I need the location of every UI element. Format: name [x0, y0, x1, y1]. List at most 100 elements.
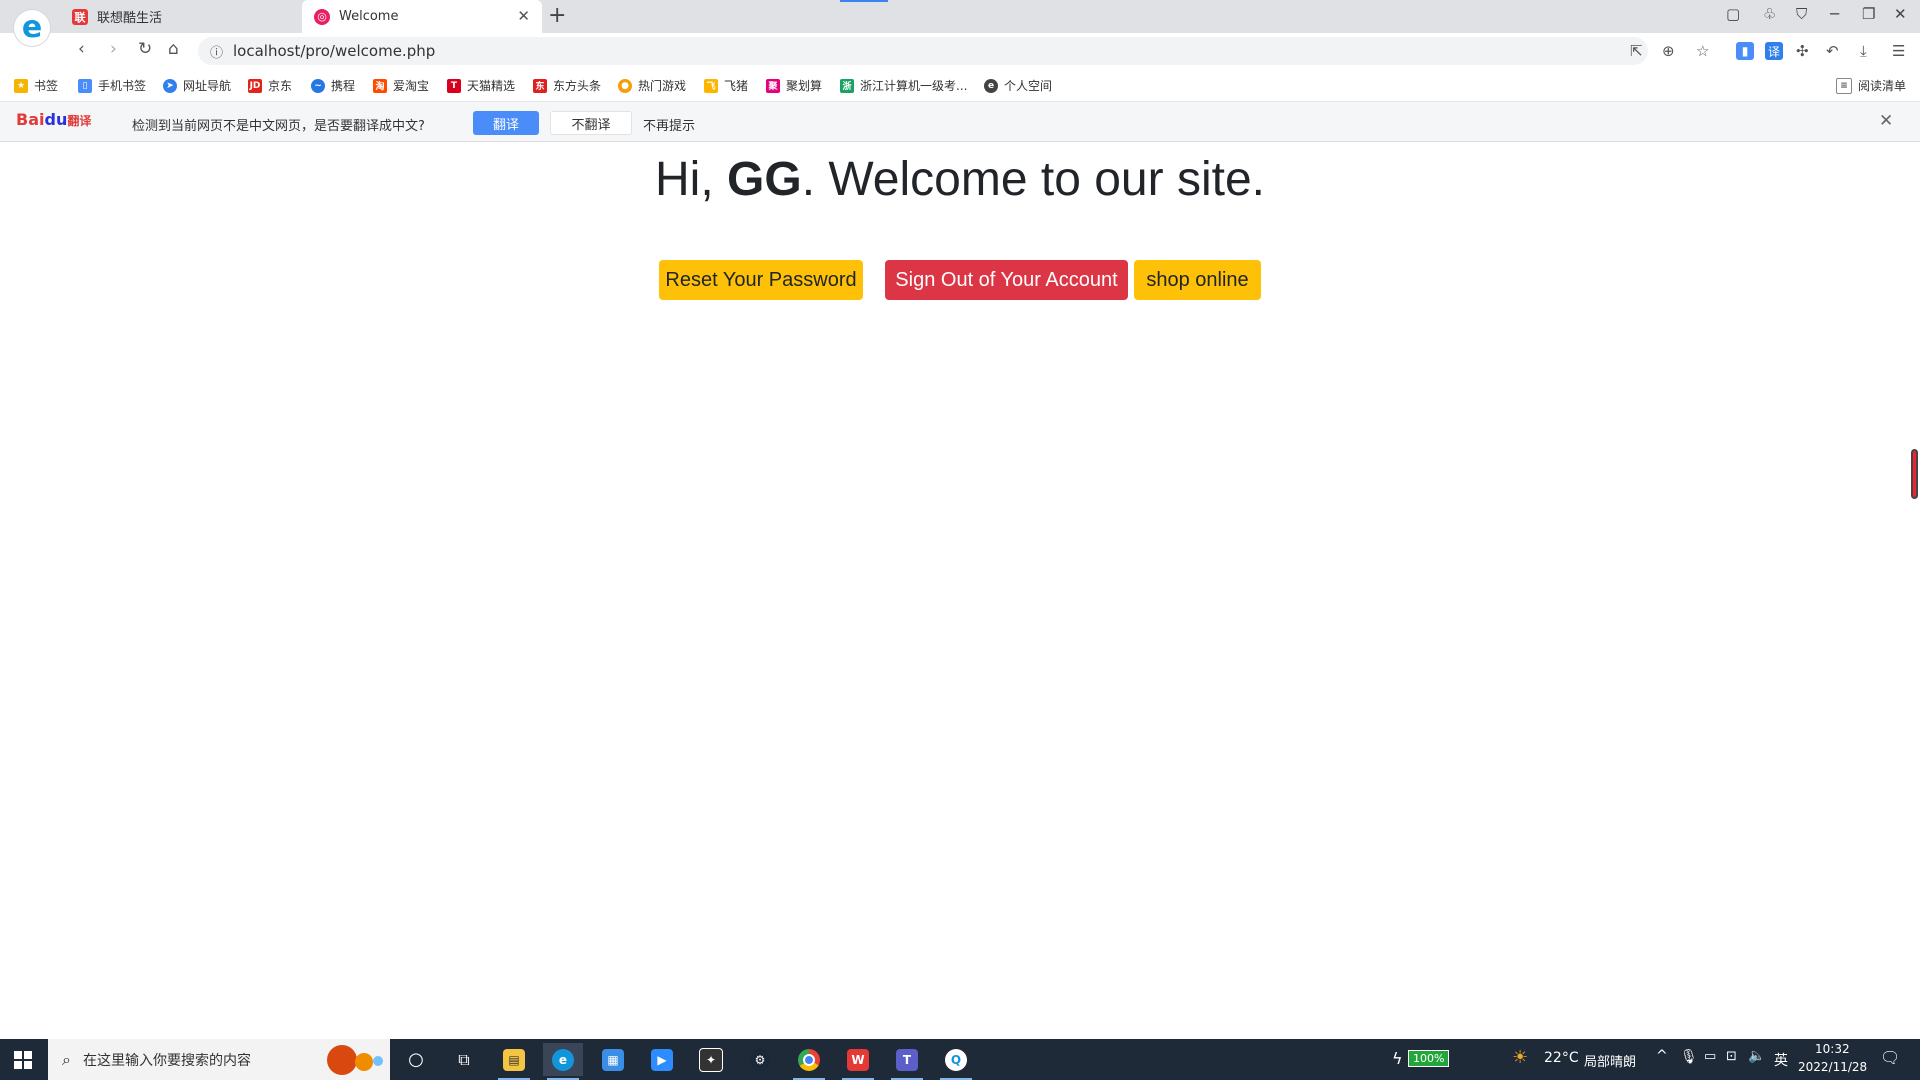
loading-indicator — [840, 0, 888, 2]
jd-icon: JD — [248, 78, 262, 93]
translate-icon[interactable]: 译 — [1765, 42, 1783, 60]
shop-online-button[interactable]: shop online — [1134, 260, 1261, 300]
taobao-icon: 淘 — [373, 78, 387, 93]
windows-start-icon[interactable] — [0, 1039, 46, 1080]
floating-scroll-widget[interactable] — [1911, 449, 1918, 499]
browser-taskbar-icon[interactable]: e — [543, 1043, 583, 1080]
username: GG — [727, 153, 802, 206]
share-icon[interactable]: ⇱ — [1630, 42, 1643, 60]
bookmark-item[interactable]: 飞飞猪 — [704, 77, 748, 94]
never-prompt-link[interactable]: 不再提示 — [643, 115, 695, 134]
url-text[interactable]: localhost/pro/welcome.php — [233, 42, 435, 60]
battery-indicator[interactable]: 100% — [1408, 1050, 1450, 1067]
weather-temperature[interactable]: 22°C — [1544, 1050, 1579, 1066]
download-icon[interactable]: ⤓ — [1860, 42, 1867, 60]
tab-count-icon[interactable]: ▢ — [1726, 5, 1740, 23]
menu-icon[interactable]: ☰ — [1892, 42, 1905, 60]
back-icon[interactable]: ‹ — [78, 39, 85, 59]
taskbar-search[interactable]: ⌕ 在这里输入你要搜索的内容 — [48, 1039, 390, 1080]
fliggy-icon: 飞 — [704, 78, 718, 93]
search-highlight-icon — [327, 1045, 383, 1075]
address-bar[interactable]: ⓘ localhost/pro/welcome.php — [198, 37, 1648, 65]
bookmark-item[interactable]: 东东方头条 — [533, 77, 601, 94]
volume-icon[interactable]: 🔈 — [1748, 1048, 1765, 1064]
bookmark-item[interactable]: ➤ 网址导航 — [163, 77, 231, 94]
restore-icon[interactable]: ❐ — [1862, 5, 1875, 23]
bookmark-star-icon[interactable]: ☆ — [1696, 42, 1709, 60]
tab-lenovo[interactable]: 联 联想酷生活 — [60, 0, 302, 33]
bookmark-item[interactable]: ★ 书签 — [14, 77, 58, 94]
search-placeholder: 在这里输入你要搜索的内容 — [82, 1052, 251, 1069]
bookmark-item[interactable]: e 个人空间 — [984, 77, 1052, 94]
no-translate-button[interactable]: 不翻译 — [550, 111, 632, 135]
address-toolbar: ‹ › ↻ ⌂ ⓘ localhost/pro/welcome.php ⇱ ⊕ … — [0, 33, 1920, 69]
tab-welcome[interactable]: ◎ Welcome ✕ — [302, 0, 542, 33]
compass-icon: ➤ — [163, 78, 177, 93]
zoom-icon[interactable]: ⊕ — [1662, 42, 1675, 60]
bookmark-item[interactable]: T 天猫精选 — [447, 77, 515, 94]
taskbar: ⌕ 在这里输入你要搜索的内容 ○ ⧉ ▤ e ▦ ▶ ✦ ⚙ W T Q ϟ 1… — [0, 1039, 1920, 1080]
site-info-icon[interactable]: ⓘ — [210, 42, 223, 61]
phone-icon: ▯ — [78, 78, 92, 93]
star-icon: ★ — [14, 78, 28, 93]
reset-password-button[interactable]: Reset Your Password — [659, 260, 863, 300]
steam-icon[interactable]: ⚙ — [740, 1043, 780, 1076]
teams-icon[interactable]: T — [887, 1043, 927, 1080]
tray-expand-icon[interactable]: ^ — [1656, 1048, 1668, 1064]
page-content: Hi, GG. Welcome to our site. Reset Your … — [0, 142, 1920, 1039]
welcome-favicon-icon: ◎ — [314, 8, 330, 25]
qq-browser-icon[interactable]: Q — [936, 1043, 976, 1080]
browser-logo-icon[interactable]: e — [14, 10, 50, 46]
sign-out-button[interactable]: Sign Out of Your Account — [885, 260, 1128, 300]
close-tab-icon[interactable]: ✕ — [517, 7, 530, 25]
video-meeting-icon[interactable]: ▶ — [642, 1043, 682, 1076]
edge-icon: e — [984, 78, 998, 93]
weather-icon: ☀ — [1512, 1047, 1529, 1068]
new-tab-button[interactable]: + — [548, 3, 566, 28]
network-icon[interactable]: ⊡ — [1726, 1049, 1737, 1064]
skin-icon[interactable]: ♧ — [1763, 5, 1776, 23]
bookmark-item[interactable]: 淘爱淘宝 — [373, 77, 429, 94]
search-icon: ⌕ — [62, 1049, 71, 1069]
bookmark-item[interactable]: ~ 携程 — [311, 77, 355, 94]
extension-icon[interactable]: ▮ — [1736, 42, 1754, 60]
input-method-indicator[interactable]: 英 — [1774, 1050, 1788, 1070]
calendar-app-icon[interactable]: ▦ — [593, 1043, 633, 1076]
bookmark-item[interactable]: ▯ 手机书签 — [78, 77, 146, 94]
notification-icon[interactable]: 🗨 — [1880, 1048, 1900, 1067]
close-translate-icon[interactable]: ✕ — [1879, 111, 1893, 131]
battery-tray-icon[interactable]: ▭ — [1704, 1049, 1716, 1064]
shirt-icon[interactable]: ⛉ — [1796, 5, 1807, 23]
translate-message: 检测到当前网页不是中文网页，是否要翻译成中文? — [132, 119, 425, 134]
undo-icon[interactable]: ↶ — [1826, 42, 1839, 60]
clock-date[interactable]: 2022/11/28 — [1798, 1060, 1867, 1074]
home-icon[interactable]: ⌂ — [168, 39, 179, 59]
minimize-icon[interactable]: ─ — [1830, 5, 1839, 23]
exam-icon: 浙 — [840, 78, 854, 93]
cortana-icon[interactable]: ○ — [396, 1039, 436, 1080]
browser-chrome: 联 联想酷生活 ◎ Welcome ✕ + ▢ ♧ ⛉ ─ ❐ ✕ e ‹ › … — [0, 0, 1920, 142]
weather-description[interactable]: 局部晴朗 — [1584, 1051, 1636, 1070]
reload-icon[interactable]: ↻ — [138, 39, 152, 59]
forward-icon[interactable]: › — [110, 39, 117, 59]
bookmark-item[interactable]: 聚聚划算 — [766, 77, 822, 94]
reading-list-icon: ≡ — [1836, 77, 1852, 94]
chrome-icon[interactable] — [789, 1043, 829, 1080]
file-explorer-icon[interactable]: ▤ — [494, 1043, 534, 1080]
task-view-icon[interactable]: ⧉ — [444, 1039, 484, 1080]
game-controller-icon[interactable]: ✦ — [691, 1043, 731, 1076]
tab-strip: 联 联想酷生活 ◎ Welcome ✕ + ▢ ♧ ⛉ ─ ❐ ✕ — [0, 0, 1920, 33]
clock-time[interactable]: 10:32 — [1815, 1042, 1850, 1056]
microphone-icon[interactable]: 🎙 — [1680, 1049, 1698, 1065]
bookmark-item[interactable]: JD 京东 — [248, 77, 292, 94]
wps-icon[interactable]: W — [838, 1043, 878, 1080]
charging-icon: ϟ — [1392, 1049, 1403, 1068]
close-window-icon[interactable]: ✕ — [1894, 5, 1907, 23]
reading-list-button[interactable]: ≡ 阅读清单 — [1836, 77, 1906, 94]
bookmark-item[interactable]: ● 热门游戏 — [618, 77, 686, 94]
translate-button[interactable]: 翻译 — [473, 111, 539, 135]
news-icon: 东 — [533, 78, 547, 93]
dolphin-icon: ~ — [311, 78, 325, 93]
bookmark-item[interactable]: 浙浙江计算机一级考... — [840, 77, 967, 94]
puzzle-icon[interactable]: ✣ — [1796, 42, 1809, 60]
